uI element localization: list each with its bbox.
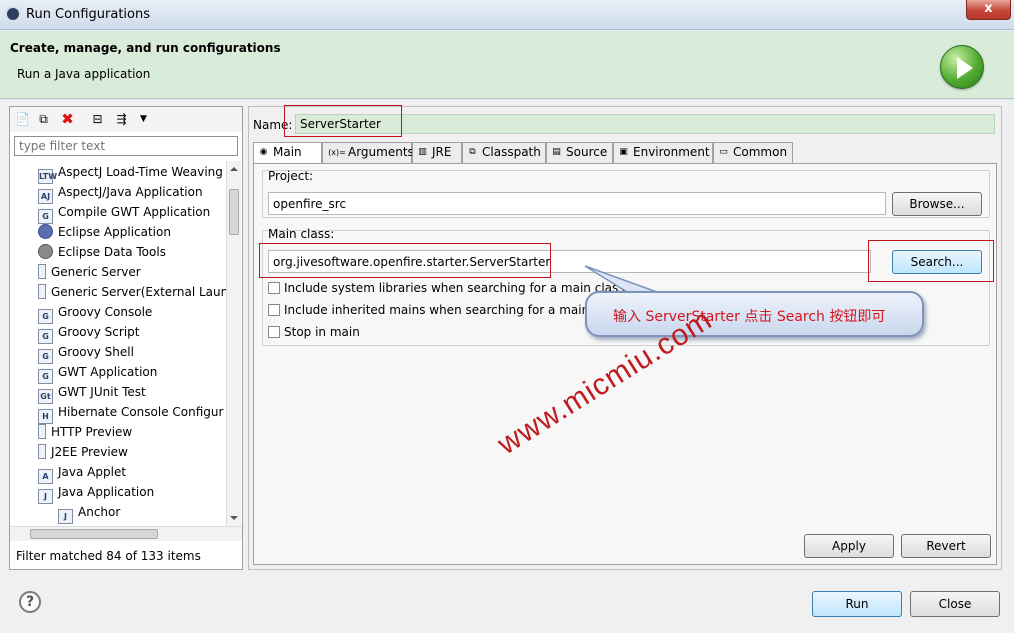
close-button[interactable]: Close: [910, 591, 1000, 617]
run-button[interactable]: Run: [812, 591, 902, 617]
callout-text: 输入 ServerStarter 点击 Search 按钮即可: [613, 309, 886, 325]
help-icon[interactable]: ?: [19, 591, 41, 613]
annotation-callout: 输入 ServerStarter 点击 Search 按钮即可: [585, 291, 924, 337]
